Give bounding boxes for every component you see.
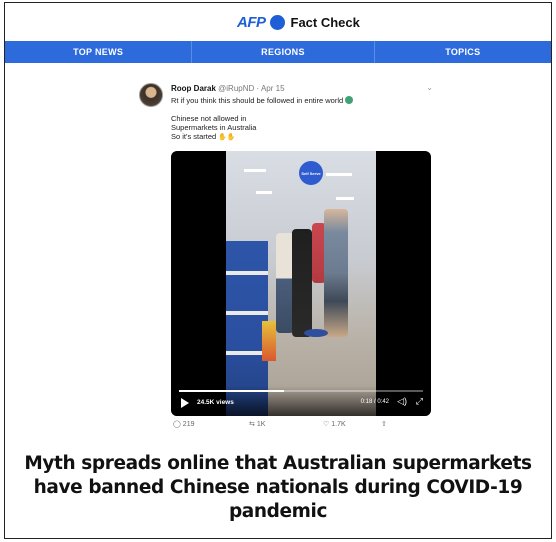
retweet-icon: ⇆ xyxy=(249,421,255,428)
ceiling-light xyxy=(326,173,352,176)
author-name[interactable]: Roop Darak xyxy=(171,84,216,93)
afp-logo-text: AFP xyxy=(237,13,266,31)
video-controls: 24.5K views 0:18 / 0:42 ◁) ⤢ xyxy=(171,386,431,416)
fullscreen-icon[interactable]: ⤢ xyxy=(416,396,423,407)
afp-logo-dot-icon xyxy=(269,14,285,30)
reply-icon: ◯ xyxy=(173,421,181,428)
share-button[interactable]: ⇧ xyxy=(381,420,387,428)
tweet-date[interactable]: Apr 15 xyxy=(261,84,285,93)
video-view-count: 24.5K views xyxy=(197,399,234,406)
headline-line: have banned Chinese nationals during COV… xyxy=(33,477,523,498)
shopper-figure xyxy=(292,229,312,337)
tweet-actions: ◯ 219 ⇆ 1K ♡ 1.7K ⇧ xyxy=(171,420,421,434)
volume-icon[interactable]: ◁) xyxy=(397,396,407,407)
like-count: 1.7K xyxy=(331,421,346,428)
reply-count: 219 xyxy=(182,421,195,428)
product-display xyxy=(262,321,276,361)
site-title: Fact Check xyxy=(290,14,360,30)
headline-line: Myth spreads online that Australian supe… xyxy=(24,453,532,474)
tweet-text-line: So it's started ✋✋ xyxy=(171,132,236,141)
reply-button[interactable]: ◯ 219 xyxy=(173,420,194,428)
video-frame-supermarket: Self Serve xyxy=(226,151,376,416)
shelf-divider xyxy=(226,271,268,275)
meta-separator: · xyxy=(256,84,260,93)
shopper-figure xyxy=(324,209,348,337)
tweet-text-line: Supermarkets in Australia xyxy=(171,123,257,132)
video-player[interactable]: Self Serve 24.5K views 0:18 / 0:42 ◁) ⤢ xyxy=(171,151,431,416)
video-time: 0:18 / 0:42 xyxy=(360,399,389,405)
tweet-text-line: Chinese not allowed in xyxy=(171,114,247,123)
embedded-tweet: Roop Darak @iRupND · Apr 15 ⌄ Rt if you … xyxy=(137,75,437,435)
screenshot-frame: AFP Fact Check TOP NEWS REGIONS TOPICS R… xyxy=(4,2,552,539)
article-headline[interactable]: Myth spreads online that Australian supe… xyxy=(5,452,551,524)
floor-distance-marker xyxy=(304,329,328,337)
tweet-author: Roop Darak @iRupND · Apr 15 xyxy=(171,84,285,93)
nav-regions[interactable]: REGIONS xyxy=(192,41,375,63)
video-progress-bar[interactable] xyxy=(179,390,423,392)
headline-line: pandemic xyxy=(228,501,328,522)
play-icon[interactable] xyxy=(181,398,189,408)
globe-emoji-icon xyxy=(345,96,354,104)
like-button[interactable]: ♡ 1.7K xyxy=(323,420,346,428)
retweet-count: 1K xyxy=(256,421,266,428)
afp-fact-check-logo[interactable]: AFP Fact Check xyxy=(237,12,360,32)
ceiling-light xyxy=(244,169,266,172)
ceiling-light xyxy=(336,197,354,200)
chevron-down-icon[interactable]: ⌄ xyxy=(426,83,433,92)
tweet-text-line: Rt if you think this should be followed … xyxy=(171,96,354,105)
self-serve-sign: Self Serve xyxy=(299,161,323,185)
ceiling-light xyxy=(256,191,272,194)
nav-topics[interactable]: TOPICS xyxy=(375,41,551,63)
main-nav: TOP NEWS REGIONS TOPICS xyxy=(5,41,551,63)
retweet-button[interactable]: ⇆ 1K xyxy=(249,420,265,428)
tweet-text: Rt if you think this should be followed … xyxy=(171,96,344,105)
heart-icon: ♡ xyxy=(323,421,330,428)
author-handle[interactable]: @iRupND xyxy=(218,84,254,93)
avatar[interactable] xyxy=(139,83,163,107)
shelf-divider xyxy=(226,311,268,315)
nav-top-news[interactable]: TOP NEWS xyxy=(5,41,193,63)
tweet-text: So it's started xyxy=(171,132,217,141)
site-header: AFP Fact Check xyxy=(5,3,551,39)
share-icon: ⇧ xyxy=(381,421,387,428)
clapping-hands-emoji-icon: ✋✋ xyxy=(218,134,236,141)
video-progress-fill xyxy=(179,390,284,392)
